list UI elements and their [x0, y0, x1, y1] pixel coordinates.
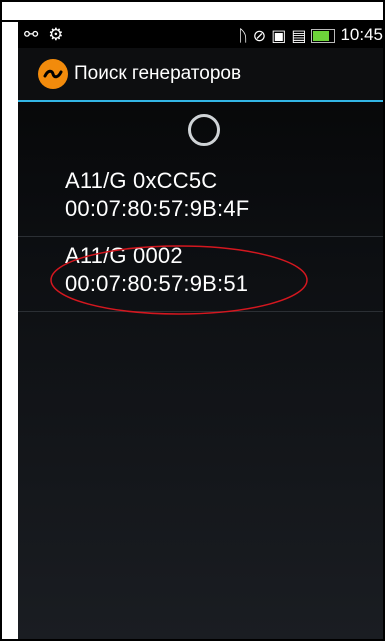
battery-icon: [311, 29, 336, 43]
no-signal-icon: ⊘: [252, 25, 267, 45]
tilde-glyph: [43, 69, 63, 79]
top-border-strip: [2, 2, 383, 22]
action-bar: Поиск генераторов: [18, 48, 383, 102]
bluetooth-icon: ᚢ: [238, 25, 248, 45]
device-name: A11/G 0002: [65, 243, 183, 268]
list-item[interactable]: A11/G 0xCC5C 00:07:80:57:9B:4F: [18, 162, 383, 237]
screenshot-frame: ⚯ ⚙ ᚢ ⊘ ▣ ▤ 10:45 Поиск генераторов A11/…: [0, 0, 385, 641]
tilde-icon[interactable]: [38, 59, 68, 89]
android-debug-icon: ⚙: [48, 25, 64, 45]
device-list: A11/G 0xCC5C 00:07:80:57:9B:4F A11/G 000…: [18, 162, 383, 315]
status-bar: ⚯ ⚙ ᚢ ⊘ ▣ ▤ 10:45: [18, 22, 383, 48]
action-bar-title: Поиск генераторов: [74, 63, 242, 84]
usb-icon: ⚯: [24, 25, 39, 45]
device-address: 00:07:80:57:9B:51: [65, 271, 249, 296]
signal-icon: ▤: [291, 25, 307, 45]
status-clock: 10:45: [340, 25, 383, 44]
device-name: A11/G 0xCC5C: [65, 168, 218, 193]
notification-icon: ▣: [271, 25, 287, 45]
phone-screen: ⚯ ⚙ ᚢ ⊘ ▣ ▤ 10:45 Поиск генераторов A11/…: [18, 22, 383, 639]
status-right-icons: ᚢ ⊘ ▣ ▤ 10:45: [238, 25, 383, 45]
loading-spinner: [188, 114, 220, 146]
list-item[interactable]: A11/G 0002 00:07:80:57:9B:51: [18, 237, 383, 315]
status-left-icons: ⚯ ⚙: [24, 25, 64, 45]
device-address: 00:07:80:57:9B:4F: [65, 196, 250, 221]
